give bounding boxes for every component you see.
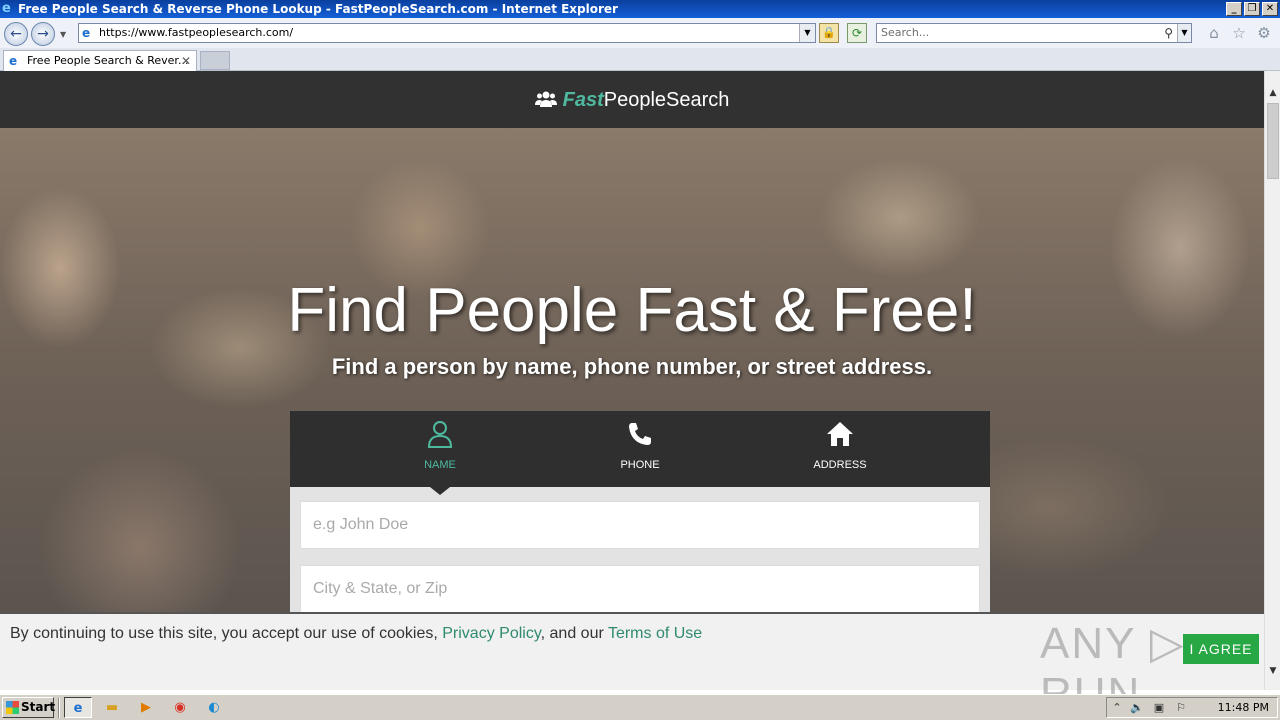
tab-label: Free People Search & Rever... — [27, 54, 189, 67]
cookie-text-before: By continuing to use this site, you acce… — [10, 625, 443, 642]
privacy-policy-link[interactable]: Privacy Policy — [442, 625, 540, 642]
restore-button[interactable]: ❐ — [1244, 2, 1260, 16]
tray-expand-icon[interactable]: ⌃ — [1109, 700, 1125, 716]
new-tab-button[interactable] — [200, 51, 230, 70]
search-icon[interactable]: ⚲ — [1164, 24, 1173, 42]
tab-phone[interactable]: PHONE — [540, 411, 740, 487]
tab-phone-label: PHONE — [620, 459, 660, 471]
minimize-button[interactable]: _ — [1226, 2, 1242, 16]
taskbar-separator — [58, 698, 60, 718]
settings-gear-icon[interactable]: ⚙ — [1255, 24, 1273, 42]
start-label: Start — [21, 700, 56, 714]
taskbar: Start e ▬ ▶ ◉ ◐ ⌃ 🔈 ▣ ⚐ 11:48 PM — [0, 694, 1280, 720]
location-input[interactable]: City & State, or Zip — [300, 565, 980, 613]
action-center-flag-icon[interactable]: ⚐ — [1173, 700, 1189, 716]
vertical-scrollbar[interactable]: ▲ ▼ — [1264, 71, 1280, 690]
volume-icon[interactable]: 🔈 — [1129, 700, 1145, 716]
security-lock-icon[interactable]: 🔒 — [819, 23, 839, 43]
chrome-icon[interactable]: ◉ — [166, 697, 194, 718]
favorites-star-icon[interactable]: ☆ — [1230, 24, 1248, 42]
scroll-up-icon[interactable]: ▲ — [1265, 85, 1280, 101]
browser-navbar: ← → ▼ e https://www.fastpeoplesearch.com… — [0, 18, 1280, 48]
browser-tab-row: e Free People Search & Rever... ✕ — [0, 48, 1280, 71]
address-bar[interactable]: e https://www.fastpeoplesearch.com/ ▼ — [78, 23, 816, 43]
start-button[interactable]: Start — [2, 697, 56, 718]
history-dropdown-icon[interactable]: ▼ — [60, 30, 66, 39]
scroll-thumb[interactable] — [1267, 103, 1279, 179]
agree-button[interactable]: I AGREE — [1183, 634, 1259, 664]
media-player-icon[interactable]: ▶ — [132, 697, 160, 718]
cookie-text-middle: , and our — [540, 625, 608, 642]
system-tray: ⌃ 🔈 ▣ ⚐ 11:48 PM — [1106, 697, 1278, 718]
home-address-icon — [827, 422, 853, 446]
home-icon[interactable]: ⌂ — [1205, 24, 1223, 42]
logo-fast: Fast — [562, 89, 604, 111]
window-controls: _ ❐ ✕ — [1226, 2, 1278, 16]
ie-taskbar-icon[interactable]: e — [64, 697, 92, 718]
active-tab-caret — [430, 487, 450, 495]
search-dropdown-icon[interactable]: ▼ — [1177, 24, 1191, 42]
network-icon[interactable]: ▣ — [1151, 700, 1167, 716]
search-placeholder: Search... — [881, 26, 930, 39]
forward-button[interactable]: → — [31, 22, 55, 46]
terms-of-use-link[interactable]: Terms of Use — [608, 625, 702, 642]
search-tab-bar: NAME PHONE ADDRESS — [290, 411, 990, 487]
close-button[interactable]: ✕ — [1262, 2, 1278, 16]
logo-rest: PeopleSearch — [603, 89, 730, 111]
tab-address-label: ADDRESS — [813, 459, 867, 471]
site-favicon-icon: e — [82, 26, 91, 40]
edge-icon[interactable]: ◐ — [200, 697, 228, 718]
refresh-icon[interactable]: ⟳ — [847, 23, 867, 43]
ie-logo-icon: e — [2, 1, 11, 16]
people-group-icon — [534, 91, 557, 107]
explorer-folder-icon[interactable]: ▬ — [98, 697, 126, 718]
windows-flag-icon — [6, 701, 19, 714]
tab-name-label: NAME — [424, 459, 456, 471]
browser-search-input[interactable]: Search... ⚲ ▼ — [876, 23, 1192, 43]
page-viewport: FastPeopleSearch Find People Fast & Free… — [0, 71, 1264, 690]
clock: 11:48 PM — [1217, 701, 1269, 714]
hero-title: Find People Fast & Free! — [287, 276, 977, 345]
phone-icon — [629, 423, 651, 445]
tab-name[interactable]: NAME — [340, 411, 540, 487]
person-icon — [427, 421, 453, 448]
site-header: FastPeopleSearch — [0, 71, 1264, 128]
cookie-text: By continuing to use this site, you acce… — [10, 625, 702, 643]
tab-address[interactable]: ADDRESS — [740, 411, 940, 487]
name-input[interactable]: e.g John Doe — [300, 501, 980, 549]
cookie-banner: By continuing to use this site, you acce… — [0, 612, 1264, 718]
hero-subtitle: Find a person by name, phone number, or … — [331, 354, 933, 379]
window-title: Free People Search & Reverse Phone Looku… — [18, 2, 618, 16]
tab-close-icon[interactable]: ✕ — [181, 51, 191, 71]
site-logo[interactable]: FastPeopleSearch — [0, 88, 1264, 112]
tab-favicon-icon: e — [9, 54, 18, 68]
browser-tab[interactable]: e Free People Search & Rever... ✕ — [3, 50, 197, 71]
hero-background: Find People Fast & Free! Find a person b… — [0, 128, 1264, 690]
window-title-bar: e Free People Search & Reverse Phone Loo… — [0, 0, 1280, 18]
back-button[interactable]: ← — [4, 22, 28, 46]
address-dropdown-icon[interactable]: ▼ — [799, 24, 815, 42]
address-text: https://www.fastpeoplesearch.com/ — [99, 26, 294, 39]
scroll-down-icon[interactable]: ▼ — [1265, 663, 1280, 679]
